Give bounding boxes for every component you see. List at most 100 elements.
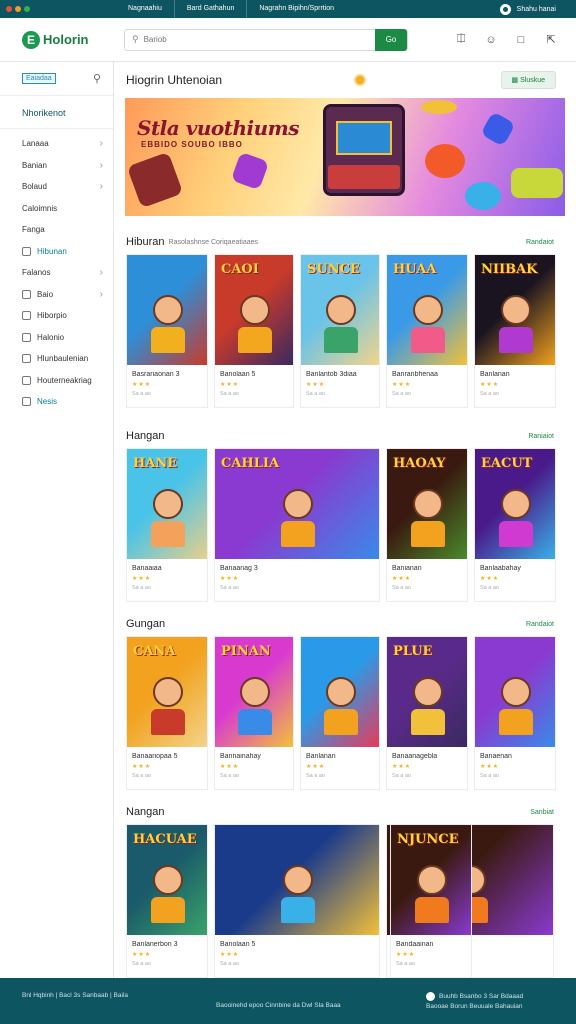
chevron-right-icon: › (99, 267, 103, 279)
see-all-link[interactable]: Randaiot (526, 621, 554, 628)
game-card[interactable]: NJUNCE Bandaainan ★★★ Sa a ao (390, 824, 472, 978)
sidebar-chip[interactable]: Eaiadaa (22, 73, 56, 84)
see-all-link[interactable]: Randaiot (526, 239, 554, 246)
game-name: Banlanan (306, 753, 336, 760)
footer-right-line2[interactable]: Baooae Borun Beuuale Bahauian (426, 1003, 523, 1010)
sidebar-item[interactable]: Falanos › (0, 262, 113, 284)
footer-center[interactable]: Baooinehd epoo Cinnbine da Dwl Sla Baaa (216, 1002, 341, 1009)
sidebar-list: Lanaaa › Banian › Bolaud › Caloimnis Fanga Hibun… (0, 133, 113, 413)
rating-stars-icon: ★★★ (480, 576, 500, 582)
character-icon (326, 677, 356, 707)
expand-icon[interactable]: ⇱ (544, 33, 558, 47)
user-icon[interactable]: ☺ (484, 33, 498, 47)
character-body (151, 897, 185, 923)
sidebar-item-label: Nesis (37, 397, 58, 407)
game-name: Banaenan (480, 753, 512, 760)
sidebar-title: Nhorikenot (22, 108, 66, 118)
sidebar-search-icon[interactable]: ⚲ (93, 72, 101, 85)
game-card[interactable]: HAOAY Banianan ★★★ Sa a ao (386, 448, 468, 602)
search-input[interactable] (143, 35, 375, 44)
footer-right-line1[interactable]: Buuhb Bsanbo 3 Sar Bdaaad (439, 993, 523, 1000)
character-body (151, 521, 185, 547)
character-icon (501, 677, 531, 707)
logo-text: Holorin (43, 32, 89, 47)
sidebar-item[interactable]: Nesis (0, 391, 113, 413)
sidebar-item[interactable]: Fanga (0, 219, 113, 241)
sidebar-item-label: Hiborpio (37, 311, 67, 321)
sidebar-item-icon (22, 375, 31, 385)
maximize-dot[interactable] (24, 6, 30, 12)
top-link[interactable]: Nagnaahiu (116, 0, 175, 18)
top-bar: Nagnaahiu Bard Gathahun Nagrahn Bipihn/S… (0, 0, 576, 18)
header-action-button[interactable]: ▩ Sluskue (500, 70, 556, 89)
search-button[interactable]: Go (375, 28, 407, 51)
decoration (425, 144, 465, 178)
hero-banner[interactable]: Stla vuothiums EBBIDO SOUBO IBBO (125, 98, 565, 216)
rating-stars-icon: ★★★ (220, 952, 240, 958)
chat-icon[interactable] (426, 992, 435, 1001)
character-icon (283, 865, 313, 895)
sidebar-item[interactable]: Lanaaa › (0, 133, 113, 155)
character-icon (501, 295, 531, 325)
character-body (238, 709, 272, 735)
sidebar-item[interactable]: Caloimnis (0, 198, 113, 220)
logo[interactable]: E Holorin (22, 30, 124, 49)
notification-bell-icon[interactable]: ⎅ (454, 33, 468, 47)
decoration (511, 168, 563, 198)
game-thumbnail (475, 637, 555, 747)
game-card[interactable]: CAHLIA Banaanag 3 ★★★ Sa a ao (214, 448, 380, 602)
game-card[interactable]: HACUAE Banlanerbon 3 ★★★ Sa a ao (126, 824, 208, 978)
theme-toggle-icon[interactable] (499, 3, 511, 15)
thumbnail-caption: CAHLIA (221, 456, 280, 471)
game-card[interactable]: NIIBAK Banlanan ★★★ Sa a ao (474, 254, 556, 408)
gift-icon: ▩ (511, 76, 519, 84)
game-meta: Sa a ao (220, 585, 239, 591)
character-icon (413, 295, 443, 325)
game-meta: Sa a ao (220, 391, 239, 397)
thumbnail-caption: SUNCE (307, 262, 360, 277)
see-all-link[interactable]: Raniaiot (528, 433, 554, 440)
game-card[interactable]: CANA Banaariopaa 5 ★★★ Sa a ao (126, 636, 208, 790)
game-meta: Sa a ao (480, 585, 499, 591)
game-thumbnail (127, 255, 207, 365)
sidebar-item[interactable]: Hlunbaulenian (0, 348, 113, 370)
sidebar-item[interactable]: Hiborpio (0, 305, 113, 327)
search-icon: ⚲ (132, 34, 139, 44)
section-title: Hiburan (126, 236, 165, 248)
game-card[interactable]: PLUE Banaanagebla ★★★ Sa a ao (386, 636, 468, 790)
sidebar-item[interactable]: Banian › (0, 155, 113, 177)
sidebar-item[interactable]: Hibunan (0, 241, 113, 263)
game-card[interactable]: Banaenan ★★★ Sa a ao (474, 636, 556, 790)
game-card[interactable]: PINAN Bannainahay ★★★ Sa a ao (214, 636, 294, 790)
game-thumbnail: CANA (127, 637, 207, 747)
sidebar-item[interactable]: Houterneakriag (0, 370, 113, 392)
footer-left[interactable]: Bnl Hqbinh | Bacl 3s Sanbaab | Baila (22, 992, 128, 999)
game-card[interactable]: Banlanan ★★★ Sa a ao (300, 636, 380, 790)
character-body (415, 897, 449, 923)
game-card[interactable]: Banolaan 5 ★★★ Sa a ao (214, 824, 380, 978)
account-name[interactable]: Shahu hanai (517, 6, 556, 13)
bookmark-icon[interactable]: □ (514, 33, 528, 47)
section-subtitle: Rasolashnse Coriqaeatiaaes (168, 238, 259, 246)
banner-subtitle: EBBIDO SOUBO IBBO (141, 140, 243, 149)
main-content: Hiogrin Uhtenoian ▩ Sluskue Stla vuothiu… (114, 62, 576, 978)
see-all-link[interactable]: Sanbiat (530, 809, 554, 816)
sidebar-item[interactable]: Bolaud › (0, 176, 113, 198)
character-body (324, 709, 358, 735)
character-icon (417, 865, 447, 895)
game-card[interactable]: CAOI Banolaan 5 ★★★ Sa a ao (214, 254, 294, 408)
game-name: Banlaabahay (480, 565, 521, 572)
game-card[interactable]: Basrariaonan 3 ★★★ Sa a ao (126, 254, 208, 408)
minimize-dot[interactable] (15, 6, 21, 12)
sidebar-item[interactable]: Halonio (0, 327, 113, 349)
top-link[interactable]: Nagrahn Bipihn/Sprrtion (247, 0, 346, 18)
game-card[interactable]: HANE Banaaiaa ★★★ Sa a ao (126, 448, 208, 602)
sidebar-item[interactable]: Baio › (0, 284, 113, 306)
game-card[interactable]: HUAA Banranbhenaa ★★★ Sa a ao (386, 254, 468, 408)
top-link[interactable]: Bard Gathahun (175, 0, 248, 18)
sidebar-item-icon (22, 311, 31, 321)
game-card[interactable]: EACUT Banlaabahay ★★★ Sa a ao (474, 448, 556, 602)
sidebar-item-icon (22, 354, 31, 364)
game-card[interactable]: SUNCE Banlantob 3diaa ★★★ Sa a ao (300, 254, 380, 408)
close-dot[interactable] (6, 6, 12, 12)
